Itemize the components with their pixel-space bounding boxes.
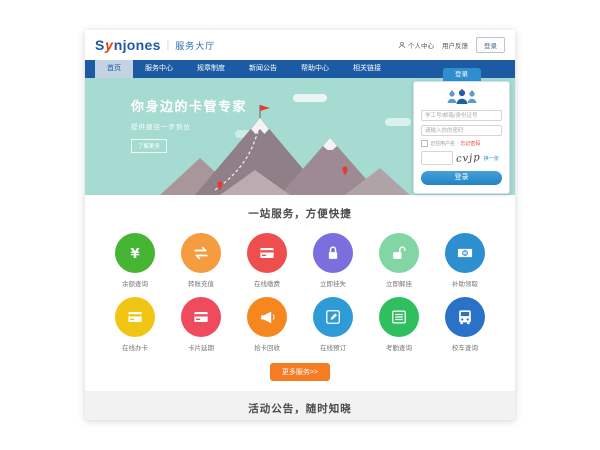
service-item[interactable]: 在线办卡 [111, 297, 159, 352]
personal-center-label: 个人中心 [408, 40, 434, 50]
page: Synjones | 服务大厅 个人中心 用户反馈 登录 首页服务中心规章制度新… [85, 30, 515, 420]
service-item[interactable]: 拾卡回收 [243, 297, 291, 352]
services-section: 一站服务，方便快捷 余额查询 转账充值 在线缴费 立即挂失 立即解挂 补助领取 在线办卡 卡… [85, 195, 515, 391]
announcements-title: 活动公告，随时知晓 [99, 401, 501, 416]
edit-icon [313, 297, 353, 337]
user-icon [398, 41, 406, 49]
remember-checkbox[interactable] [421, 140, 428, 147]
service-item[interactable]: 余额查询 [111, 233, 159, 288]
username-input[interactable] [421, 110, 502, 121]
yen-icon [115, 233, 155, 273]
banknote-icon [445, 233, 485, 273]
transfer-icon [181, 233, 221, 273]
service-item[interactable]: 在线预订 [309, 297, 357, 352]
service-label: 校车查询 [441, 342, 489, 352]
services-title: 一站服务，方便快捷 [85, 206, 515, 221]
logo-text: S [95, 37, 105, 53]
nav-item-1[interactable]: 服务中心 [133, 60, 185, 78]
service-item[interactable]: 考勤查询 [375, 297, 423, 352]
login-button[interactable]: 登录 [421, 171, 502, 185]
nav-item-4[interactable]: 帮助中心 [289, 60, 341, 78]
service-label: 在线办卡 [111, 342, 159, 352]
service-label: 拾卡回收 [243, 342, 291, 352]
nav-item-5[interactable]: 相关链接 [341, 60, 393, 78]
service-item[interactable]: 转账充值 [177, 233, 225, 288]
feedback-link[interactable]: 用户反馈 [442, 40, 468, 50]
password-input[interactable] [421, 125, 502, 136]
megaphone-icon [247, 297, 287, 337]
users-group-icon [445, 88, 479, 105]
feedback-label: 用户反馈 [442, 40, 468, 50]
header-login-button[interactable]: 登录 [476, 37, 505, 53]
service-item[interactable]: 在线缴费 [243, 233, 291, 288]
card-icon [247, 233, 287, 273]
remember-label: 记住用户名 [430, 140, 455, 147]
service-item[interactable]: 立即解挂 [375, 233, 423, 288]
service-label: 余额查询 [111, 278, 159, 288]
personal-center-link[interactable]: 个人中心 [398, 40, 434, 50]
service-label: 卡片延期 [177, 342, 225, 352]
more-services-button[interactable]: 更多服务>> [270, 363, 330, 381]
login-tab[interactable]: 登录 [443, 68, 481, 81]
captcha-row: cvjp 换一张 [421, 151, 502, 165]
unlock-icon [379, 233, 419, 273]
lock-icon [313, 233, 353, 273]
change-captcha-link[interactable]: 换一张 [484, 155, 499, 162]
login-panel: 登录 记住用户名 | 忘记密码 cvjp 换一张 登录 [413, 68, 510, 194]
nav-item-2[interactable]: 规章制度 [185, 60, 237, 78]
announcements-section: 活动公告，随时知晓 使用动态 最新公告 更多>> 使用指南 更多>> [85, 391, 515, 420]
service-item[interactable]: 卡片延期 [177, 297, 225, 352]
service-label: 转账充值 [177, 278, 225, 288]
site-header: Synjones | 服务大厅 个人中心 用户反馈 登录 [85, 30, 515, 60]
options-separator: | [457, 141, 458, 147]
service-label: 立即解挂 [375, 278, 423, 288]
logo-accent: y [105, 37, 113, 53]
service-label: 在线预订 [309, 342, 357, 352]
logo-text-rest: njones [114, 37, 161, 53]
captcha-image[interactable]: cvjp [456, 152, 481, 165]
card-icon [181, 297, 221, 337]
bus-icon [445, 297, 485, 337]
login-options: 记住用户名 | 忘记密码 [421, 140, 502, 147]
service-item[interactable]: 立即挂失 [309, 233, 357, 288]
service-label: 立即挂失 [309, 278, 357, 288]
services-row-1: 余额查询 转账充值 在线缴费 立即挂失 立即解挂 补助领取 [85, 233, 515, 288]
login-card: 记住用户名 | 忘记密码 cvjp 换一张 登录 [413, 81, 510, 194]
captcha-input[interactable] [421, 151, 453, 165]
services-row-2: 在线办卡 卡片延期 拾卡回收 在线预订 考勤查询 校车查询 [85, 297, 515, 352]
logo[interactable]: Synjones [95, 37, 161, 53]
service-item[interactable]: 补助领取 [441, 233, 489, 288]
service-label: 在线缴费 [243, 278, 291, 288]
hero-title: 你身边的卡管专家 [131, 96, 247, 115]
hero-subtitle: 提供捷径一步到位 [131, 121, 247, 131]
hero-text: 你身边的卡管专家 提供捷径一步到位 了解更多 [131, 96, 247, 153]
logo-divider: | [167, 40, 170, 51]
nav-item-3[interactable]: 新闻公告 [237, 60, 289, 78]
card-icon [115, 297, 155, 337]
hero-cta-button[interactable]: 了解更多 [131, 139, 167, 153]
service-label: 补助领取 [441, 278, 489, 288]
list-icon [379, 297, 419, 337]
nav-item-0[interactable]: 首页 [95, 60, 133, 78]
forgot-password-link[interactable]: 忘记密码 [460, 140, 480, 147]
site-name: 服务大厅 [175, 39, 215, 52]
service-item[interactable]: 校车查询 [441, 297, 489, 352]
service-label: 考勤查询 [375, 342, 423, 352]
